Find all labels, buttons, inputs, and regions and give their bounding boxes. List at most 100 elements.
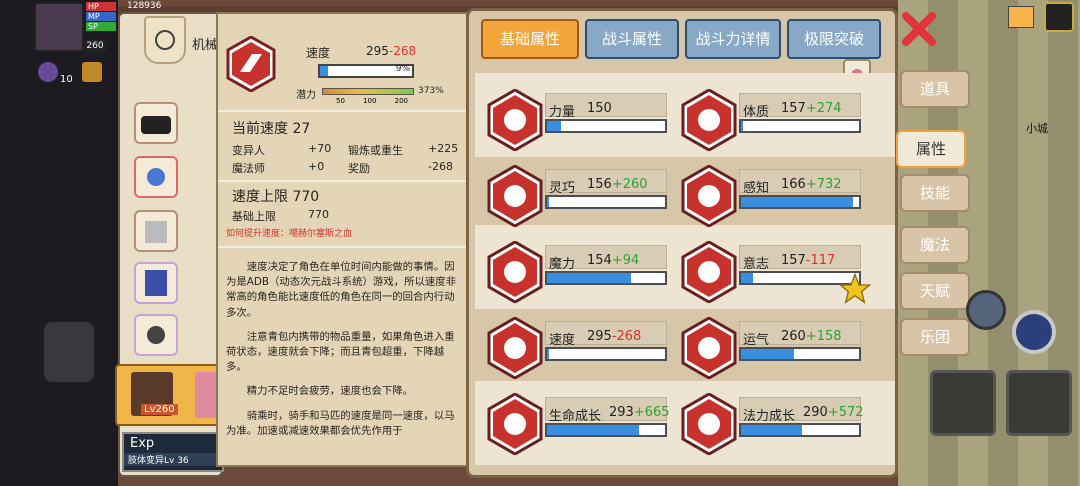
level-badge: 260 xyxy=(82,40,108,53)
stat-detail-panel: 速度 295-268 9% 潜力 50 100 200 373% 当前速度 27 变… xyxy=(216,12,468,467)
side-tab[interactable]: 魔法 xyxy=(900,226,970,264)
muscle-body-icon xyxy=(681,88,737,152)
emblem-icon xyxy=(144,16,186,64)
char-level: Lv260 xyxy=(141,404,178,415)
hp-value: 128936 xyxy=(127,1,162,11)
detail-stat-name: 速度 xyxy=(306,46,331,60)
stat-bar xyxy=(545,271,667,285)
star-icon[interactable] xyxy=(838,272,872,313)
stat-value: 166+732 xyxy=(781,177,842,192)
map-location-label: 小城 xyxy=(1026,122,1048,135)
stat-value: 150 xyxy=(587,101,612,116)
current-speed: 当前速度 27 xyxy=(232,121,311,137)
stat-name: 灵巧 xyxy=(549,181,576,196)
side-tab[interactable]: 乐团 xyxy=(900,318,970,356)
tab-basic-attributes[interactable]: 基础属性 xyxy=(481,19,579,59)
stat-value: 295-268 xyxy=(587,329,642,344)
stat-value: 260+158 xyxy=(781,329,842,344)
tab-combat-attributes[interactable]: 战斗属性 xyxy=(585,19,679,59)
stat-card[interactable]: 速度 295-268 xyxy=(487,316,677,380)
equip-slot-armor[interactable] xyxy=(134,262,178,304)
character-card[interactable]: Lv260 xyxy=(115,364,225,426)
stat-card[interactable]: 力量 150 xyxy=(487,88,677,152)
close-icon[interactable] xyxy=(900,10,938,48)
equip-slot-amulet[interactable] xyxy=(134,156,178,198)
stat-name: 魔力 xyxy=(549,257,576,272)
stat-value: 157-117 xyxy=(781,253,836,268)
settings-icon[interactable] xyxy=(1008,6,1034,28)
row-label: 奖励 xyxy=(348,162,370,175)
head-bolt-icon xyxy=(681,240,737,304)
paragraph: 骑乘时，骑手和马匹的速度是同一速度，以马为准。加速或减速效果都会优先作用于 xyxy=(226,409,455,437)
cap-base-label: 基础上限 xyxy=(232,210,276,223)
detail-stat-bar: 9% xyxy=(318,64,414,78)
tab-limit-break[interactable]: 极限突破 xyxy=(787,19,881,59)
side-tab[interactable]: 技能 xyxy=(900,174,970,212)
panel-title: 机械 xyxy=(192,38,219,53)
bow-button[interactable] xyxy=(1006,370,1072,436)
stat-value: 157+274 xyxy=(781,101,842,116)
detail-bar-percent: 9% xyxy=(395,64,410,74)
stat-name: 速度 xyxy=(549,333,576,348)
stat-value: 156+260 xyxy=(587,177,648,192)
exp-label: Exp xyxy=(130,436,155,451)
speed-icon xyxy=(226,35,276,93)
gold-icon xyxy=(82,62,102,82)
stat-value: 293+665 xyxy=(609,405,670,420)
stat-bar xyxy=(545,119,667,133)
stat-bar xyxy=(545,423,667,437)
stat-card[interactable]: 运气 260+158 xyxy=(681,316,871,380)
row-label: 变异人 xyxy=(232,144,265,157)
exp-subtitle: 肢体变异Lv 36 xyxy=(124,453,222,466)
row-value: +225 xyxy=(428,142,459,155)
running-icon xyxy=(487,164,543,228)
stat-card[interactable]: 法力成长 290+572 xyxy=(681,392,871,456)
row-value: +0 xyxy=(308,160,325,173)
side-tab[interactable]: 道具 xyxy=(900,70,970,108)
arm-icon xyxy=(487,88,543,152)
player-portrait[interactable] xyxy=(34,2,84,52)
tab-combat-power[interactable]: 战斗力详情 xyxy=(685,19,781,59)
stat-card[interactable]: 灵巧 156+260 xyxy=(487,164,677,228)
side-tab[interactable]: 天赋 xyxy=(900,272,970,310)
stat-bar xyxy=(739,347,861,361)
stat-card[interactable]: 体质 157+274 xyxy=(681,88,871,152)
equip-slot-wing[interactable] xyxy=(134,210,178,252)
dpad-left[interactable] xyxy=(44,322,94,382)
paragraph: 精力不足时会疲劳，速度也会下降。 xyxy=(246,385,414,398)
clover-icon xyxy=(681,316,737,380)
detail-stat-value: 295-268 xyxy=(366,44,417,58)
attribute-panel: 基础属性 战斗属性 战斗力详情 极限突破 力量 150 体质 157+274 灵巧 156… xyxy=(466,8,898,478)
sp-label: SP xyxy=(86,22,116,31)
equip-slot-hat[interactable] xyxy=(134,102,178,144)
stat-card[interactable]: 魔力 154+94 xyxy=(487,240,677,304)
equip-slot-ring[interactable] xyxy=(134,314,178,356)
stat-bar xyxy=(739,195,861,209)
speed-tip-link[interactable]: 如何提升速度：噶赫尔塞斯之血 xyxy=(226,226,352,239)
stat-name: 生命成长 xyxy=(549,409,602,424)
row-value: -268 xyxy=(428,160,453,173)
speed-icon xyxy=(487,316,543,380)
hp-label: HP xyxy=(86,2,116,11)
stat-name: 意志 xyxy=(743,257,770,272)
stat-value: 290+572 xyxy=(803,405,864,420)
side-tab[interactable]: 属性 xyxy=(896,130,966,168)
row-label: 魔法师 xyxy=(232,162,265,175)
sword-button[interactable] xyxy=(930,370,996,436)
swap-icon[interactable] xyxy=(966,290,1006,330)
buff-icon[interactable] xyxy=(38,62,58,82)
potential-percent: 373% xyxy=(418,86,444,96)
skill-button[interactable] xyxy=(1012,310,1056,354)
stat-name: 体质 xyxy=(743,105,770,120)
row-label: 锻炼或重生 xyxy=(348,144,403,157)
menu-icon[interactable] xyxy=(1044,2,1074,32)
speed-cap: 速度上限 770 xyxy=(232,189,320,205)
stat-card[interactable]: 感知 166+732 xyxy=(681,164,871,228)
paragraph: 注意青包内携带的物品重量，如果角色进入重荷状态，速度就会下降；而且青包超重，下降… xyxy=(226,330,455,374)
spiral-icon xyxy=(487,240,543,304)
stat-value: 154+94 xyxy=(587,253,640,268)
eye-icon xyxy=(681,164,737,228)
potential-bar xyxy=(322,88,414,95)
stat-card[interactable]: 生命成长 293+665 xyxy=(487,392,677,456)
stat-name: 运气 xyxy=(743,333,770,348)
